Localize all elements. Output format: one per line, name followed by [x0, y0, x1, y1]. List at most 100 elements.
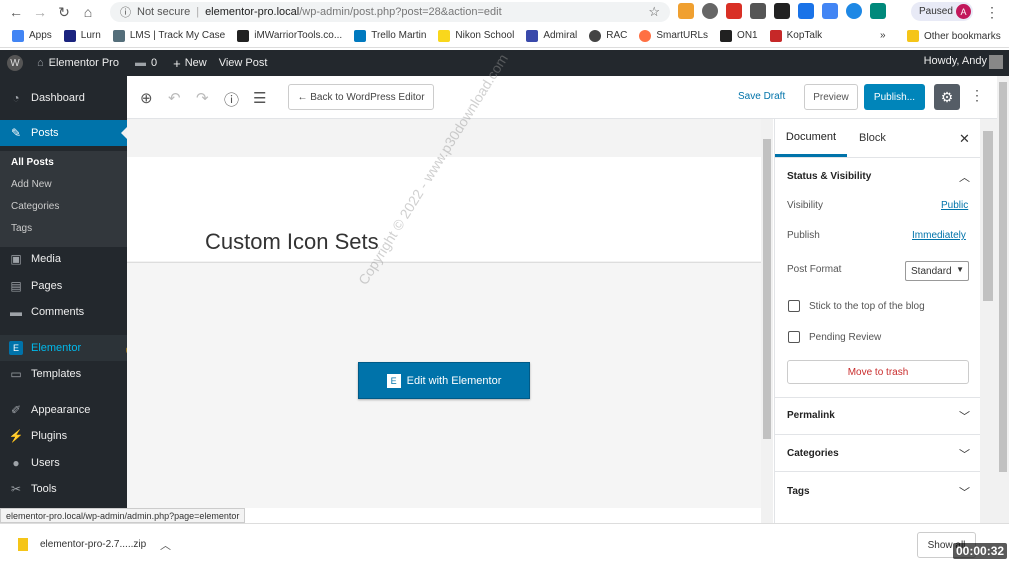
- home-icon[interactable]: ⌂: [76, 1, 100, 23]
- bookmark-icon: [112, 29, 125, 42]
- sidebar-item-tools[interactable]: ✂ Tools: [0, 476, 127, 502]
- chevron-down-icon[interactable]: ﹀: [959, 484, 970, 500]
- preview-button[interactable]: Preview: [804, 84, 858, 110]
- chevron-down-icon[interactable]: ﹀: [959, 408, 970, 424]
- submenu-add-new[interactable]: Add New: [11, 179, 52, 190]
- close-icon[interactable]: ✕: [959, 131, 970, 147]
- bookmark-item[interactable]: KopTalk: [769, 29, 822, 42]
- submenu-all-posts[interactable]: All Posts: [11, 157, 54, 168]
- outline-icon[interactable]: ☰: [253, 89, 266, 107]
- edit-with-elementor-button[interactable]: E Edit with Elementor: [358, 362, 530, 399]
- info-icon[interactable]: ⓘ: [224, 89, 239, 110]
- forward-arrow-icon[interactable]: →: [28, 1, 52, 23]
- post-title[interactable]: Custom Icon Sets: [205, 229, 379, 255]
- profile-button[interactable]: Paused A: [911, 2, 973, 21]
- submenu-categories[interactable]: Categories: [11, 201, 59, 212]
- user-icon: ●: [12, 456, 20, 470]
- extension-icon[interactable]: [822, 3, 838, 19]
- bookmark-item[interactable]: ON1: [720, 29, 758, 42]
- elementor-icon: E: [9, 341, 23, 355]
- bookmark-icon: [639, 29, 652, 42]
- categories-heading[interactable]: Categories: [787, 448, 839, 459]
- extension-icon[interactable]: [798, 3, 814, 19]
- star-icon[interactable]: ☆: [648, 4, 660, 20]
- bookmark-item[interactable]: SmartURLs: [639, 29, 708, 42]
- sidebar-item-templates[interactable]: ▭ Templates: [0, 361, 127, 387]
- move-to-trash-button[interactable]: Move to trash: [787, 360, 969, 384]
- publish-date-link[interactable]: Immediately: [912, 230, 966, 241]
- chevron-up-icon[interactable]: ︿: [160, 537, 171, 553]
- site-name-link[interactable]: ⌂ Elementor Pro: [37, 57, 119, 69]
- more-options-icon[interactable]: ⋮: [970, 87, 984, 104]
- gmail-icon[interactable]: [726, 3, 742, 19]
- dashboard-icon: ◔: [12, 91, 20, 105]
- save-draft-button[interactable]: Save Draft: [738, 91, 785, 102]
- sticky-checkbox[interactable]: [788, 300, 800, 312]
- sidebar-item-pages[interactable]: ▤ Pages: [0, 273, 127, 299]
- sidebar-item-media[interactable]: ▣ Media: [0, 246, 127, 272]
- extension-icon[interactable]: [774, 3, 790, 19]
- chevron-down-icon[interactable]: ﹀: [959, 446, 970, 462]
- chevron-up-icon[interactable]: ︿: [959, 169, 970, 185]
- add-block-icon[interactable]: ⊕: [140, 89, 153, 107]
- extension-icon[interactable]: [702, 3, 718, 19]
- bookmark-item[interactable]: LMS | Track My Case: [112, 29, 225, 42]
- bookmark-item[interactable]: Trello Martin: [354, 29, 426, 42]
- permalink-heading[interactable]: Permalink: [787, 410, 835, 421]
- post-format-label: Post Format: [787, 264, 842, 275]
- download-item[interactable]: elementor-pro-2.7.....zip: [18, 538, 146, 551]
- sidebar-item-appearance[interactable]: ✐ Appearance: [0, 397, 127, 423]
- sidebar-item-elementor[interactable]: E Elementor: [0, 335, 127, 361]
- panel-scrollbar[interactable]: [980, 119, 997, 523]
- tab-block[interactable]: Block: [859, 132, 886, 144]
- bookmark-item[interactable]: Admiral: [526, 29, 577, 42]
- extension-icon[interactable]: [678, 3, 694, 19]
- sidebar-item-comments[interactable]: ▬ Comments: [0, 299, 127, 325]
- page-scrollbar[interactable]: [997, 76, 1009, 523]
- info-icon[interactable]: ⓘ: [120, 4, 131, 20]
- back-to-wp-editor-button[interactable]: ← Back to WordPress Editor: [288, 84, 434, 110]
- bookmark-icon: [438, 29, 451, 42]
- bookmarks-overflow[interactable]: »: [880, 30, 886, 41]
- tab-document[interactable]: Document: [775, 119, 847, 157]
- bookmark-item[interactable]: RAC: [589, 29, 627, 42]
- canvas-scrollbar[interactable]: [761, 119, 773, 523]
- post-format-select[interactable]: Standard ▼: [905, 261, 969, 281]
- bookmark-item[interactable]: iMWarriorTools.co...: [237, 29, 342, 42]
- sidebar-item-users[interactable]: ● Users: [0, 450, 127, 476]
- publish-button[interactable]: Publish...: [864, 84, 925, 110]
- plug-icon: ⚡: [8, 429, 24, 443]
- menu-icon[interactable]: ⋮: [980, 1, 1004, 23]
- redo-icon[interactable]: ↷: [196, 89, 209, 107]
- other-bookmarks[interactable]: Other bookmarks: [907, 30, 1001, 42]
- sidebar-item-plugins[interactable]: ⚡ Plugins: [0, 423, 127, 449]
- address-bar[interactable]: ⓘ Not secure | elementor-pro.local /wp-a…: [110, 2, 670, 22]
- pending-review-checkbox[interactable]: [788, 331, 800, 343]
- howdy-user[interactable]: Howdy, Andy: [924, 55, 987, 67]
- sidebar-item-dashboard[interactable]: ◔ Dashboard: [0, 85, 127, 111]
- visibility-link[interactable]: Public: [941, 200, 968, 211]
- undo-icon[interactable]: ↶: [168, 89, 181, 107]
- submenu-tags[interactable]: Tags: [11, 223, 32, 234]
- extension-icon[interactable]: [750, 3, 766, 19]
- sidebar-item-posts[interactable]: ✎ Posts: [0, 120, 127, 146]
- bookmark-item[interactable]: Nikon School: [438, 29, 514, 42]
- admin-sidebar: ◔ Dashboard ✎ Posts All Posts Add New Cate…: [0, 76, 127, 508]
- tags-heading[interactable]: Tags: [787, 486, 810, 497]
- extension-icons: [678, 3, 886, 19]
- status-visibility-heading[interactable]: Status & Visibility: [787, 171, 871, 182]
- pages-icon: ▤: [10, 279, 22, 293]
- shield-icon[interactable]: [870, 3, 886, 19]
- view-post-link[interactable]: View Post: [219, 57, 268, 69]
- new-content-link[interactable]: + New: [173, 56, 207, 71]
- gear-icon[interactable]: ⚙: [934, 84, 960, 110]
- reload-icon[interactable]: ↻: [52, 1, 76, 23]
- bookmark-apps[interactable]: Apps: [12, 29, 52, 42]
- bookmark-item[interactable]: Lurn: [63, 29, 101, 42]
- avatar: A: [956, 4, 971, 19]
- back-arrow-icon[interactable]: ←: [4, 1, 28, 23]
- extension-icon[interactable]: [846, 3, 862, 19]
- comments-link[interactable]: ▬ 0: [135, 57, 157, 69]
- avatar[interactable]: [989, 55, 1003, 69]
- wordpress-logo-icon[interactable]: W: [7, 55, 23, 71]
